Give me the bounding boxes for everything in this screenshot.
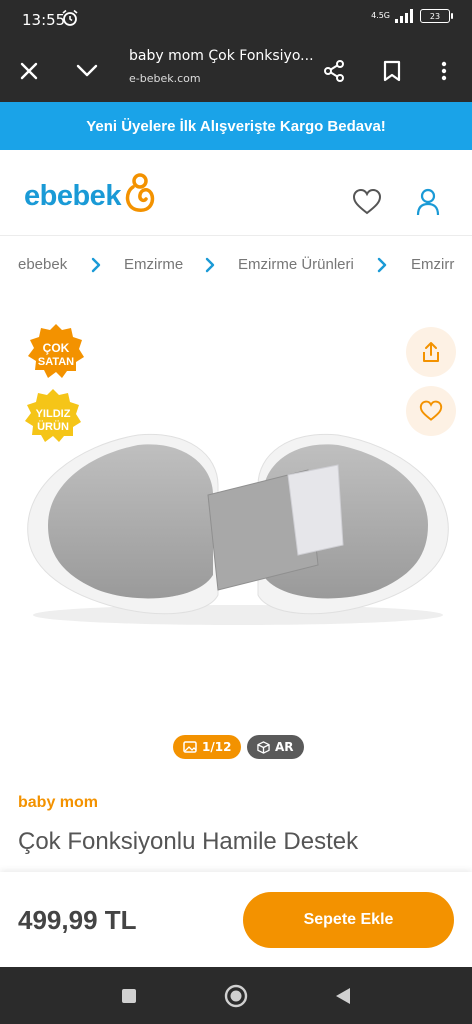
logo-mark-icon [125, 173, 155, 212]
svg-text:ÇOK: ÇOK [43, 341, 70, 355]
chevron-down-icon [76, 64, 98, 77]
browser-toolbar: baby mom Çok Fonksiyo... e-bebek.com [0, 40, 472, 102]
square-icon [122, 989, 136, 1003]
svg-text:SATAN: SATAN [38, 356, 74, 368]
bookmark-icon [383, 60, 401, 82]
back-button[interactable] [328, 981, 358, 1011]
logo[interactable]: ebebek [24, 173, 157, 214]
product-image[interactable] [18, 425, 458, 625]
svg-text:YILDIZ: YILDIZ [36, 408, 71, 420]
more-vertical-icon [441, 61, 447, 81]
collapse-button[interactable] [69, 53, 105, 89]
back-triangle-icon [336, 988, 350, 1004]
more-options-button[interactable] [426, 53, 462, 89]
bookmark-button[interactable] [374, 53, 410, 89]
close-icon [20, 62, 38, 80]
page-title: baby mom Çok Fonksiyo... [129, 48, 314, 64]
product-price: 499,99 TL [18, 905, 137, 935]
system-navigation-bar [0, 967, 472, 1024]
page-url[interactable]: e-bebek.com [129, 72, 201, 85]
battery-icon: 23 [420, 9, 453, 23]
product-gallery[interactable]: ÇOK SATAN YILDIZ ÜRÜN 1/12 AR [0, 295, 472, 775]
account-button[interactable] [410, 184, 446, 220]
product-brand[interactable]: baby mom [18, 794, 98, 812]
chevron-right-icon [91, 257, 101, 273]
cube-icon [257, 740, 270, 754]
recent-apps-button[interactable] [114, 981, 144, 1011]
circle-icon [224, 984, 248, 1008]
cok-satan-badge: ÇOK SATAN [28, 324, 84, 378]
status-bar: 13:55 4.5G 23 [0, 0, 472, 40]
site-header: ebebek [0, 150, 472, 236]
battery-level: 23 [429, 11, 441, 21]
status-time: 13:55 [22, 11, 66, 29]
share-button[interactable] [316, 53, 352, 89]
promo-text: Yeni Üyelere İlk Alışverişte Kargo Bedav… [86, 117, 386, 135]
breadcrumb-item-home[interactable]: ebebek [18, 256, 67, 273]
product-title: Çok Fonksiyonlu Hamile Destek [18, 828, 359, 855]
user-icon [416, 188, 440, 216]
breadcrumb: ebebek Emzirme Emzirme Ürünleri Emzirr [0, 236, 472, 294]
breadcrumb-item-current[interactable]: Emzirr [411, 256, 454, 273]
ar-label: AR [275, 740, 294, 754]
share-icon [324, 60, 344, 82]
heart-icon [419, 400, 443, 421]
image-counter[interactable]: 1/12 [173, 735, 242, 759]
add-to-cart-button[interactable]: Sepete Ekle [243, 892, 454, 948]
close-tab-button[interactable] [11, 53, 47, 89]
chevron-right-icon [205, 257, 215, 273]
breadcrumb-item-emzirme-urunleri[interactable]: Emzirme Ürünleri [238, 256, 354, 273]
breadcrumb-item-emzirme[interactable]: Emzirme [124, 256, 183, 273]
purchase-bar: 499,99 TL Sepete Ekle [0, 872, 472, 967]
heart-icon [352, 188, 382, 215]
share-product-button[interactable] [406, 327, 456, 377]
alarm-icon [62, 9, 78, 26]
signal-icon [395, 9, 413, 23]
logo-text: ebebek [24, 179, 121, 212]
ar-button[interactable]: AR [247, 735, 304, 759]
upload-share-icon [423, 342, 439, 362]
chevron-right-icon [377, 257, 387, 273]
promo-banner[interactable]: Yeni Üyelere İlk Alışverişte Kargo Bedav… [0, 102, 472, 150]
image-icon [183, 741, 197, 753]
image-counter-label: 1/12 [202, 740, 232, 754]
network-label: 4.5G [371, 11, 390, 20]
home-button[interactable] [221, 981, 251, 1011]
favorites-button[interactable] [349, 184, 385, 220]
